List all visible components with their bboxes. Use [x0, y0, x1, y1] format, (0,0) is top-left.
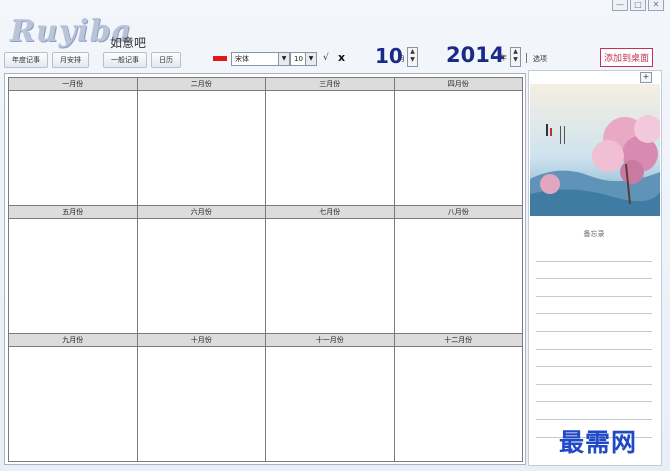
window-controls: — □ ✕ [612, 0, 664, 11]
decorative-photo [530, 84, 660, 216]
font-color-swatch[interactable] [213, 56, 227, 61]
memo-line[interactable] [536, 385, 652, 403]
view-tabs: 年度记事 月安排 一般记事 日历 [4, 52, 181, 68]
month-notes-area[interactable] [137, 91, 265, 205]
memo-line[interactable] [536, 262, 652, 280]
font-size-value: 10 [294, 55, 303, 63]
tab-general-notes[interactable]: 一般记事 [103, 52, 147, 68]
month-notes-area[interactable] [9, 219, 137, 333]
month-cell[interactable]: 七月份 [266, 206, 395, 334]
month-cell[interactable]: 十一月份 [266, 334, 395, 462]
month-grid: 一月份 二月份 三月份 四月份五月份 六月份 七月份 八月份九月份 十月份 十一月份 十二月份 [8, 77, 523, 462]
tab-calendar[interactable]: 日历 [151, 52, 181, 68]
month-notes-area[interactable] [9, 91, 137, 205]
month-cell[interactable]: 六月份 [137, 206, 266, 334]
month-label: 二月份 [137, 78, 265, 91]
month-label: 十一月份 [266, 334, 394, 347]
month-label: 十月份 [137, 334, 265, 347]
memo-line[interactable] [536, 314, 652, 332]
month-label: 三月份 [266, 78, 394, 91]
tab-yearly-notes[interactable]: 年度记事 [4, 52, 48, 68]
confirm-button[interactable]: √ [323, 53, 329, 63]
add-memo-button[interactable]: + [640, 72, 652, 83]
memo-line[interactable] [536, 244, 652, 262]
month-notes-area[interactable] [394, 91, 522, 205]
memo-line[interactable] [536, 332, 652, 350]
month-label: 四月份 [394, 78, 522, 91]
month-cell[interactable]: 十月份 [137, 334, 266, 462]
maximize-button[interactable]: □ [630, 0, 646, 11]
memo-line[interactable] [536, 297, 652, 315]
month-label: 九月份 [9, 334, 137, 347]
clear-button[interactable]: x [338, 51, 345, 64]
tab-monthly-plan[interactable]: 月安排 [52, 52, 89, 68]
month-label: 一月份 [9, 78, 137, 91]
month-notes-area[interactable] [266, 347, 394, 461]
year-value: 2014 [446, 43, 505, 67]
month-notes-area[interactable] [266, 219, 394, 333]
month-cell[interactable]: 一月份 [9, 78, 138, 206]
month-label: 五月份 [9, 206, 137, 219]
month-cell[interactable]: 三月份 [266, 78, 395, 206]
chevron-down-icon: ▼ [278, 53, 289, 65]
font-name-select[interactable]: 宋体 ▼ [231, 52, 290, 66]
month-notes-area[interactable] [266, 91, 394, 205]
close-button[interactable]: ✕ [648, 0, 664, 11]
month-cell[interactable]: 十二月份 [394, 334, 523, 462]
month-spinner[interactable]: ▲ ▼ [407, 47, 418, 67]
month-cell[interactable]: 八月份 [394, 206, 523, 334]
month-notes-area[interactable] [9, 347, 137, 461]
month-cell[interactable]: 九月份 [9, 334, 138, 462]
year-unit: 年 [500, 54, 507, 62]
watermark: 最需网 [559, 428, 638, 457]
add-to-desktop-button[interactable]: 添加到桌面 [600, 48, 654, 67]
options-link[interactable]: 选项 [533, 54, 547, 64]
month-label: 十二月份 [394, 334, 522, 347]
memo-line[interactable] [536, 367, 652, 385]
divider [526, 53, 527, 63]
app-subtitle: 如意吧 [110, 36, 147, 50]
month-notes-area[interactable] [394, 219, 522, 333]
memo-lines[interactable] [536, 244, 652, 438]
memo-title: 备忘录 [583, 230, 605, 238]
font-name-value: 宋体 [235, 55, 249, 63]
month-notes-area[interactable] [137, 347, 265, 461]
month-label: 六月份 [137, 206, 265, 219]
month-notes-area[interactable] [394, 347, 522, 461]
memo-line[interactable] [536, 402, 652, 420]
month-cell[interactable]: 五月份 [9, 206, 138, 334]
month-label: 七月份 [266, 206, 394, 219]
minimize-button[interactable]: — [612, 0, 628, 11]
chevron-down-icon: ▼ [305, 53, 316, 65]
month-cell[interactable]: 四月份 [394, 78, 523, 206]
month-label: 八月份 [394, 206, 522, 219]
month-notes-area[interactable] [137, 219, 265, 333]
month-unit: 月 [398, 55, 405, 63]
calendar-panel: 一月份 二月份 三月份 四月份五月份 六月份 七月份 八月份九月份 十月份 十一月份 十二月份 [4, 73, 526, 465]
font-size-select[interactable]: 10 ▼ [290, 52, 317, 66]
memo-line[interactable] [536, 279, 652, 297]
year-spinner[interactable]: ▲ ▼ [510, 47, 521, 67]
app-window: — □ ✕ Ruyiba 如意吧 年度记事 月安排 一般记事 日历 宋体 ▼ 1… [0, 0, 670, 471]
memo-line[interactable] [536, 350, 652, 368]
month-cell[interactable]: 二月份 [137, 78, 266, 206]
